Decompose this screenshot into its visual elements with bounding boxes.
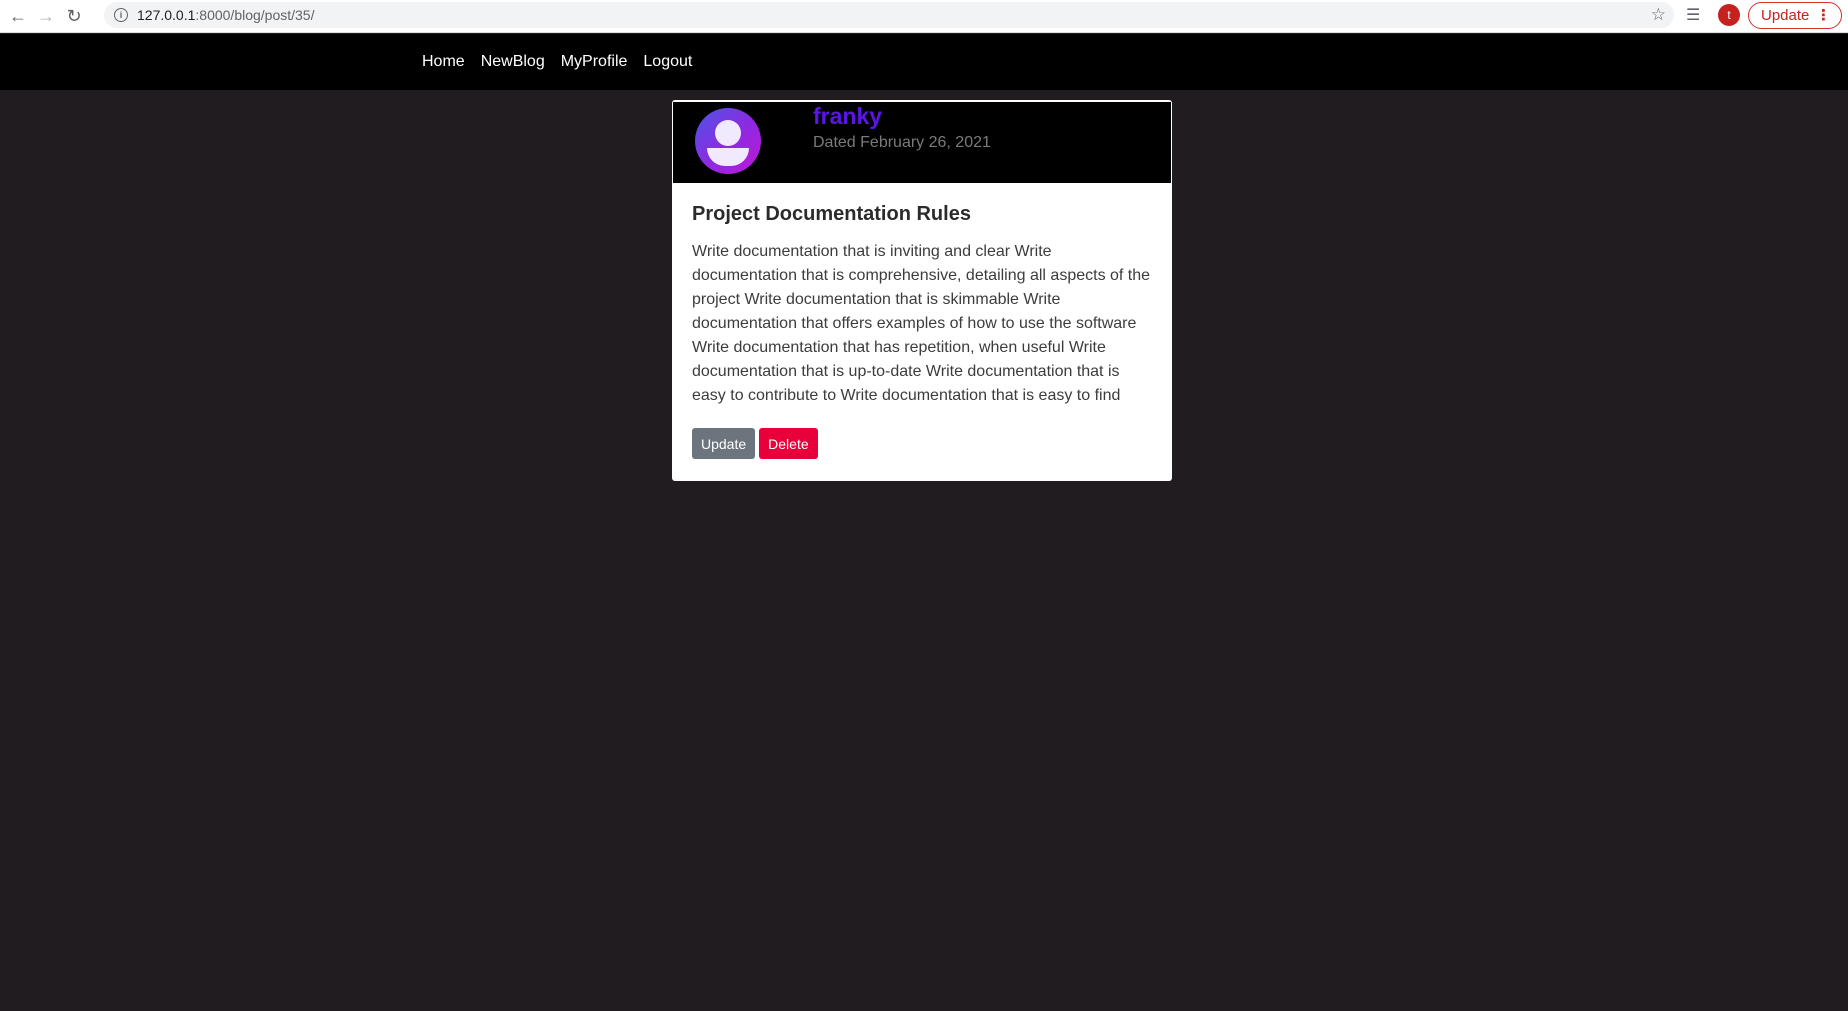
info-icon[interactable]: i	[114, 8, 128, 22]
browser-toolbar: ← → ↻ i 127.0.0.1:8000/blog/post/35/ ☆ ☰…	[0, 0, 1848, 33]
nav-newblog-link[interactable]: NewBlog	[481, 53, 545, 71]
author-name[interactable]: franky	[813, 103, 882, 130]
url-path: :8000/blog/post/35/	[195, 7, 315, 23]
menu-dots-icon[interactable]: ⋮	[1816, 6, 1831, 24]
delete-button[interactable]: Delete	[759, 428, 818, 459]
reading-list-icon[interactable]: ☰	[1686, 5, 1700, 25]
site-navbar: Home NewBlog MyProfile Logout	[0, 34, 1848, 90]
nav-home-link[interactable]: Home	[422, 53, 465, 71]
browser-update-button[interactable]: Update ⋮	[1748, 2, 1842, 29]
update-button[interactable]: Update	[692, 428, 756, 459]
nav-links: Home NewBlog MyProfile Logout	[422, 53, 708, 71]
reload-icon[interactable]: ↻	[60, 2, 88, 30]
nav-myprofile-link[interactable]: MyProfile	[561, 53, 628, 71]
browser-update-label: Update	[1761, 7, 1810, 24]
post-title: Project Documentation Rules	[692, 203, 971, 225]
avatar-body	[707, 148, 749, 166]
post-header: franky Dated February 26, 2021	[673, 102, 1171, 183]
post-body: Project Documentation Rules Write docume…	[672, 183, 1172, 459]
avatar-head	[715, 120, 741, 146]
nav-logout-link[interactable]: Logout	[643, 53, 692, 71]
url-host: 127.0.0.1	[137, 7, 196, 23]
post-actions: Update Delete	[692, 428, 1152, 459]
address-bar[interactable]: i 127.0.0.1:8000/blog/post/35/ ☆	[104, 2, 1674, 28]
star-icon[interactable]: ☆	[1651, 5, 1666, 25]
back-icon[interactable]: ←	[4, 2, 32, 30]
url-text[interactable]: 127.0.0.1:8000/blog/post/35/	[137, 7, 315, 23]
profile-avatar[interactable]: t	[1718, 4, 1740, 26]
post-card: franky Dated February 26, 2021 Project D…	[672, 100, 1172, 481]
author-avatar-icon	[695, 108, 761, 174]
forward-icon[interactable]: →	[32, 2, 60, 30]
post-content: Write documentation that is inviting and…	[692, 243, 1151, 404]
post-date: Dated February 26, 2021	[813, 134, 991, 151]
